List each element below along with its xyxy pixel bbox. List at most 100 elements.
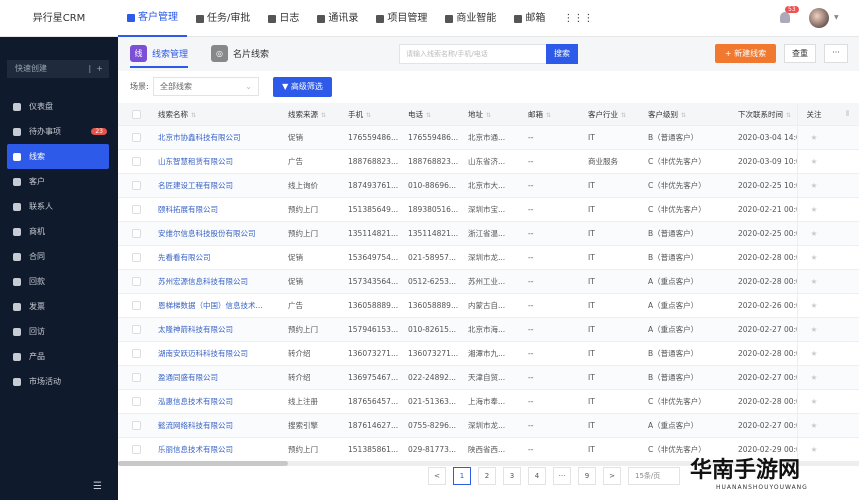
row-checkbox[interactable] [132,181,141,190]
scrollbar-thumb[interactable] [118,461,288,466]
scene-select[interactable]: 全部线索 ⌄ [153,77,259,96]
row-checkbox[interactable] [132,229,141,238]
row-checkbox[interactable] [132,325,141,334]
sort-icon[interactable]: ⇅ [191,112,196,119]
sort-icon[interactable]: ⇅ [426,112,431,119]
nav-item-3[interactable]: 通讯录 [308,0,367,37]
tab-lead-management[interactable]: 线线索管理 [130,45,189,68]
chevron-down-icon[interactable]: ▼ [834,14,839,21]
star-icon[interactable]: ★ [811,349,818,358]
row-checkbox[interactable] [132,277,141,286]
lead-name-link[interactable]: 盈通同盛有限公司 [152,372,282,383]
column-header[interactable]: 关注 [797,103,830,125]
sort-icon[interactable]: ⇅ [621,112,626,119]
column-header[interactable]: 线索来源 ⇅ [282,109,342,120]
apps-grid-icon[interactable]: ⋮⋮⋮ [554,0,602,37]
sidebar-item-7[interactable]: 回款 [7,269,109,294]
sidebar-item-5[interactable]: 商机 [7,219,109,244]
star-icon[interactable]: ★ [811,157,818,166]
row-checkbox[interactable] [132,133,141,142]
collapse-sidebar-icon[interactable]: ☰ [93,481,102,492]
tab-card-leads[interactable]: ◎ 名片线索 [211,45,269,62]
sidebar-item-4[interactable]: 联系人 [7,194,109,219]
column-header[interactable]: 手机 ⇅ [342,109,402,120]
page-button[interactable]: 2 [478,467,496,485]
search-input[interactable]: 请输入线索名称/手机/电话 [399,44,547,64]
column-header[interactable]: 地址 ⇅ [462,109,522,120]
row-checkbox[interactable] [132,445,141,454]
quick-create-button[interactable]: 快速创建 | + [7,60,109,78]
star-icon[interactable]: ★ [811,397,818,406]
lead-name-link[interactable]: 恩梯梯数据（中国）信息技术... [152,300,282,311]
page-button[interactable]: 1 [453,467,471,485]
lead-name-link[interactable]: 颐科拓展有限公司 [152,204,282,215]
page-button[interactable]: 4 [528,467,546,485]
row-checkbox[interactable] [132,157,141,166]
page-size-select[interactable]: 15条/页 [628,467,680,485]
advanced-filter-button[interactable]: ▼ 高级筛选 [273,77,332,97]
nav-item-6[interactable]: 邮箱 [505,0,554,37]
lead-name-link[interactable]: 苏州宏源信息科技有限公司 [152,276,282,287]
column-settings-icon[interactable]: ⦀ [830,109,859,119]
row-checkbox[interactable] [132,253,141,262]
lead-name-link[interactable]: 泓惠信息技术有限公司 [152,396,282,407]
sidebar-item-10[interactable]: 产品 [7,344,109,369]
sort-icon[interactable]: ⇅ [786,112,791,119]
row-checkbox[interactable] [132,205,141,214]
row-checkbox[interactable] [132,349,141,358]
sort-icon[interactable]: ⇅ [546,112,551,119]
star-icon[interactable]: ★ [811,229,818,238]
search-button[interactable]: 搜索 [546,44,578,64]
nav-item-5[interactable]: 商业智能 [436,0,505,37]
nav-item-4[interactable]: 项目管理 [367,0,436,37]
prev-page-button[interactable]: < [428,467,446,485]
nav-item-1[interactable]: 任务/审批 [187,0,259,37]
lead-name-link[interactable]: 安维尔信息科技股份有限公司 [152,228,282,239]
column-header[interactable]: 客户行业 ⇅ [582,109,642,120]
lead-name-link[interactable]: 湖南安跃迈科科技有限公司 [152,348,282,359]
lead-name-link[interactable]: 名匠建设工程有限公司 [152,180,282,191]
sidebar-item-6[interactable]: 合同 [7,244,109,269]
nav-item-0[interactable]: 客户管理 [118,0,187,37]
sidebar-item-3[interactable]: 客户 [7,169,109,194]
lead-name-link[interactable]: 懿流网络科技有限公司 [152,420,282,431]
column-header[interactable]: 客户级别 ⇅ [642,109,732,120]
row-checkbox[interactable] [132,421,141,430]
sidebar-item-11[interactable]: 市场活动 [7,369,109,394]
star-icon[interactable]: ★ [811,181,818,190]
more-button[interactable]: ··· [824,44,848,63]
nav-item-2[interactable]: 日志 [259,0,308,37]
sort-icon[interactable]: ⇅ [681,112,686,119]
row-checkbox[interactable] [132,373,141,382]
star-icon[interactable]: ★ [811,253,818,262]
star-icon[interactable]: ★ [811,445,818,454]
lead-name-link[interactable]: 先看看有限公司 [152,252,282,263]
column-header[interactable]: 电话 ⇅ [402,109,462,120]
star-icon[interactable]: ★ [811,277,818,286]
star-icon[interactable]: ★ [811,325,818,334]
new-lead-button[interactable]: + 新建线索 [715,44,776,63]
row-checkbox[interactable] [132,397,141,406]
sidebar-item-9[interactable]: 回访 [7,319,109,344]
lead-name-link[interactable]: 山东智慧租赁有限公司 [152,156,282,167]
lead-name-link[interactable]: 乐丽信息技术有限公司 [152,444,282,455]
select-all-checkbox[interactable] [132,109,141,119]
page-button[interactable]: 9 [578,467,596,485]
bell-icon[interactable] [780,12,790,23]
lead-name-link[interactable]: 太隆神箭科技有限公司 [152,324,282,335]
sort-icon[interactable]: ⇅ [321,112,326,119]
sidebar-item-2[interactable]: 线索 [7,144,109,169]
sidebar-item-1[interactable]: 待办事项 23 [7,119,109,144]
avatar[interactable] [809,8,829,28]
page-button[interactable]: ··· [553,467,571,485]
star-icon[interactable]: ★ [811,301,818,310]
sidebar-item-8[interactable]: 发票 [7,294,109,319]
sort-icon[interactable]: ⇅ [366,112,371,119]
sort-icon[interactable]: ⇅ [486,112,491,119]
sidebar-item-0[interactable]: 仪表盘 [7,94,109,119]
dedupe-button[interactable]: 查重 [784,44,816,63]
star-icon[interactable]: ★ [811,421,818,430]
next-page-button[interactable]: > [603,467,621,485]
column-header[interactable]: 下次联系时间 ⇅ [732,109,797,120]
row-checkbox[interactable] [132,301,141,310]
